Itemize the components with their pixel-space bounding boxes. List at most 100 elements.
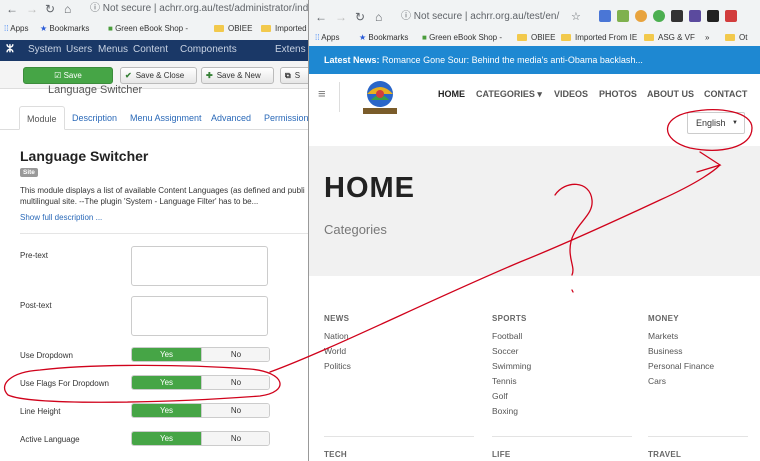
pretext-label: Pre-text: [20, 251, 49, 260]
extension-icon[interactable]: [635, 10, 647, 22]
menu-extensions[interactable]: Extens: [275, 44, 306, 56]
extension-icon[interactable]: [617, 10, 629, 22]
toggle-no[interactable]: No: [201, 432, 269, 445]
nav-about-us[interactable]: ABOUT US: [647, 89, 694, 99]
bookmark-imported-ie[interactable]: Imported From IE: [561, 33, 637, 43]
tab-menu-assignment[interactable]: Menu Assignment: [130, 112, 202, 124]
home-icon[interactable]: ⌂: [64, 2, 71, 16]
tab-module[interactable]: Module: [19, 106, 65, 130]
line-height-toggle[interactable]: Yes No: [131, 403, 270, 418]
admin-address-bar[interactable]: ⓘ Not secure | achrr.org.au/test/adminis…: [84, 2, 310, 17]
divider: [20, 233, 310, 234]
back-icon[interactable]: ←: [6, 2, 18, 16]
menu-system[interactable]: System: [28, 44, 61, 56]
category-link-nation[interactable]: Nation: [324, 329, 351, 344]
site-logo[interactable]: [359, 78, 401, 116]
forward-icon[interactable]: →: [26, 2, 38, 16]
menu-menus[interactable]: Menus: [98, 44, 128, 56]
folder-icon: [644, 34, 654, 41]
category-link-boxing[interactable]: Boxing: [492, 404, 531, 419]
hero-subtitle: Categories: [324, 222, 387, 237]
nav-home[interactable]: HOME: [438, 89, 465, 99]
toggle-yes[interactable]: Yes: [132, 432, 201, 445]
use-dropdown-toggle[interactable]: Yes No: [131, 347, 270, 362]
bookmarks-overflow[interactable]: »: [705, 33, 709, 43]
tab-advanced[interactable]: Advanced: [211, 112, 251, 124]
nav-videos[interactable]: VIDEOS: [554, 89, 588, 99]
bookmark-obiee[interactable]: OBIEE: [214, 24, 252, 34]
bookmark-obiee[interactable]: OBIEE: [517, 33, 555, 43]
category-link-tennis[interactable]: Tennis: [492, 374, 531, 389]
toggle-yes[interactable]: Yes: [132, 404, 201, 417]
reload-icon[interactable]: ↻: [355, 10, 365, 24]
back-icon[interactable]: ←: [315, 10, 327, 24]
category-link-swimming[interactable]: Swimming: [492, 359, 531, 374]
category-link-politics[interactable]: Politics: [324, 359, 351, 374]
bookmark-green-ebook[interactable]: ■ Green eBook Shop -: [422, 33, 502, 43]
toggle-yes[interactable]: Yes: [132, 348, 201, 361]
bookmark-bookmarks[interactable]: ★ Bookmarks: [359, 33, 408, 43]
toggle-no[interactable]: No: [201, 404, 269, 417]
active-language-toggle[interactable]: Yes No: [131, 431, 270, 446]
bookmark-green-ebook[interactable]: ■ Green eBook Shop -: [108, 24, 188, 34]
joomla-logo-icon[interactable]: ⵣ: [6, 44, 14, 56]
use-flags-toggle[interactable]: Yes No: [131, 375, 270, 390]
toggle-no[interactable]: No: [201, 348, 269, 361]
bookmark-apps[interactable]: ⁞⁞ Apps: [4, 24, 28, 34]
save-button[interactable]: ☑ Save: [23, 67, 113, 84]
category-link-golf[interactable]: Golf: [492, 389, 531, 404]
toggle-yes[interactable]: Yes: [132, 376, 201, 389]
folder-icon: [725, 34, 735, 41]
folder-icon: [214, 25, 224, 32]
divider: [648, 436, 748, 437]
nav-contact[interactable]: CONTACT: [704, 89, 747, 99]
module-description: This module displays a list of available…: [20, 186, 305, 206]
use-dropdown-label: Use Dropdown: [20, 351, 73, 360]
posttext-textarea[interactable]: [131, 296, 268, 336]
category-link-business[interactable]: Business: [648, 344, 714, 359]
module-title-input[interactable]: Language Switcher: [48, 84, 310, 96]
extension-icon[interactable]: [671, 10, 683, 22]
category-link-football[interactable]: Football: [492, 329, 531, 344]
extension-icon[interactable]: [653, 10, 665, 22]
star-bookmark-icon[interactable]: ☆: [571, 10, 581, 24]
bookmark-apps[interactable]: ⁞⁞ Apps: [315, 33, 339, 43]
bookmark-other[interactable]: Ot: [725, 33, 747, 43]
pretext-textarea[interactable]: [131, 246, 268, 286]
save-new-button[interactable]: ✚ Save & New: [201, 67, 274, 84]
extension-icon[interactable]: [725, 10, 737, 22]
menu-users[interactable]: Users: [66, 44, 92, 56]
extension-icon[interactable]: [689, 10, 701, 22]
category-link-markets[interactable]: Markets: [648, 329, 714, 344]
hamburger-menu-icon[interactable]: ≡: [318, 86, 326, 101]
tab-permissions[interactable]: Permissions: [264, 112, 310, 124]
save-close-button[interactable]: ✔ Save & Close: [120, 67, 197, 84]
bookmark-bookmarks[interactable]: ★ Bookmarks: [40, 24, 89, 34]
menu-content[interactable]: Content: [133, 44, 168, 56]
home-icon[interactable]: ⌂: [375, 10, 382, 24]
category-link-cars[interactable]: Cars: [648, 374, 714, 389]
bookmark-imported[interactable]: Imported f: [261, 24, 310, 34]
save-copy-button[interactable]: ⧉ S: [280, 67, 310, 84]
info-icon: ⓘ: [401, 11, 411, 22]
site-address-bar[interactable]: ⓘ Not secure | achrr.org.au/test/en/: [395, 10, 585, 25]
language-dropdown[interactable]: English ▼: [687, 112, 745, 134]
news-ticker[interactable]: Latest News: Romance Gone Sour: Behind t…: [309, 46, 760, 74]
category-link-world[interactable]: World: [324, 344, 351, 359]
divider: [339, 82, 340, 112]
menu-components[interactable]: Components: [180, 44, 237, 56]
show-full-description-link[interactable]: Show full description ...: [20, 213, 102, 222]
reload-icon[interactable]: ↻: [45, 2, 55, 16]
bookmark-asg-vf[interactable]: ASG & VF: [644, 33, 695, 43]
extension-icon[interactable]: [599, 10, 611, 22]
toggle-no[interactable]: No: [201, 376, 269, 389]
category-news: NEWS Nation World Politics: [324, 314, 351, 374]
nav-photos[interactable]: PHOTOS: [599, 89, 637, 99]
nav-categories[interactable]: CATEGORIES ▾: [476, 89, 542, 100]
tab-description[interactable]: Description: [72, 112, 117, 124]
category-link-soccer[interactable]: Soccer: [492, 344, 531, 359]
forward-icon[interactable]: →: [335, 10, 347, 24]
extension-icon[interactable]: [707, 10, 719, 22]
ebook-icon: ■: [422, 33, 427, 42]
category-link-personal-finance[interactable]: Personal Finance: [648, 359, 714, 374]
